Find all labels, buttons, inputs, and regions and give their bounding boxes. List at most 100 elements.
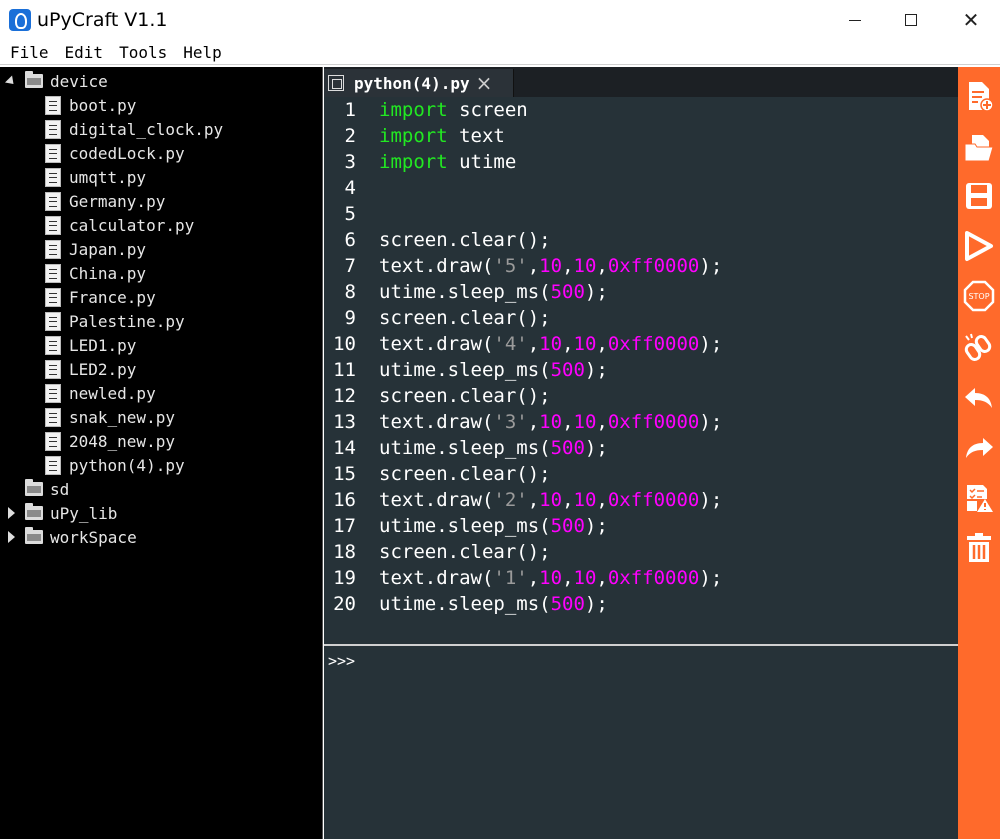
open-file-button[interactable]: [960, 129, 998, 167]
tree-file-label: LED1.py: [69, 335, 137, 355]
syntax-check-button[interactable]: [960, 479, 998, 517]
maximize-button[interactable]: [884, 0, 938, 40]
tree-file-item[interactable]: digital_clock.py: [0, 117, 223, 141]
menu-help[interactable]: Help: [183, 43, 222, 62]
tree-file-item[interactable]: Palestine.py: [0, 309, 185, 333]
tree-file-item[interactable]: France.py: [0, 285, 156, 309]
tree-file-item[interactable]: snak_new.py: [0, 405, 175, 429]
tree-folder-upy-lib[interactable]: uPy_lib: [0, 501, 117, 525]
code-text: screen.clear();: [379, 385, 551, 407]
file-icon: [45, 455, 61, 475]
tree-file-item[interactable]: umqtt.py: [0, 165, 146, 189]
code-line[interactable]: 16 text.draw('2',10,10,0xff0000);: [324, 487, 958, 513]
tree-file-label: digital_clock.py: [69, 119, 224, 139]
console-panel[interactable]: >>>: [324, 646, 958, 839]
line-number: 19: [333, 567, 356, 589]
code-line[interactable]: 20 utime.sleep_ms(500);: [324, 591, 958, 617]
file-icon: [45, 287, 61, 307]
file-icon: [45, 239, 61, 259]
file-icon: [45, 431, 61, 451]
line-number: 15: [333, 463, 356, 485]
file-icon: [328, 75, 344, 91]
code-line[interactable]: 2 import text: [324, 123, 958, 149]
tree-file-item[interactable]: Germany.py: [0, 189, 165, 213]
collapsed-arrow-icon[interactable]: [8, 531, 15, 543]
code-line[interactable]: 15 screen.clear();: [324, 461, 958, 487]
close-button[interactable]: ✕: [944, 0, 998, 40]
tree-file-item[interactable]: calculator.py: [0, 213, 194, 237]
new-file-button[interactable]: [960, 77, 998, 115]
tree-file-item[interactable]: python(4).py: [0, 453, 185, 477]
tree-file-item[interactable]: LED1.py: [0, 333, 136, 357]
code-line[interactable]: 17 utime.sleep_ms(500);: [324, 513, 958, 539]
run-button[interactable]: [960, 227, 998, 265]
code-line[interactable]: 3 import utime: [324, 149, 958, 175]
tree-folder-label: workSpace: [50, 527, 137, 547]
minimize-button[interactable]: [828, 0, 882, 40]
tree-file-item[interactable]: 2048_new.py: [0, 429, 175, 453]
file-icon: [45, 119, 61, 139]
editor-panel: python(4).py × 1 import screen 2 import tex…: [324, 67, 958, 839]
code-line[interactable]: 7 text.draw('5',10,10,0xff0000);: [324, 253, 958, 279]
code-line[interactable]: 9 screen.clear();: [324, 305, 958, 331]
code-line[interactable]: 13 text.draw('3',10,10,0xff0000);: [324, 409, 958, 435]
code-line[interactable]: 6 screen.clear();: [324, 227, 958, 253]
tab-close-icon[interactable]: ×: [476, 73, 493, 93]
syntax-check-icon: [967, 485, 993, 512]
open-folder-icon: [964, 135, 994, 162]
code-line[interactable]: 10 text.draw('4',10,10,0xff0000);: [324, 331, 958, 357]
file-icon: [45, 311, 61, 331]
folder-icon: [25, 527, 43, 544]
stop-button[interactable]: STOP: [960, 277, 998, 315]
code-line[interactable]: 19 text.draw('1',10,10,0xff0000);: [324, 565, 958, 591]
minimize-icon: [849, 19, 861, 21]
connect-button[interactable]: [960, 329, 998, 367]
tree-folder-workspace[interactable]: workSpace: [0, 525, 137, 549]
menu-tools[interactable]: Tools: [119, 43, 167, 62]
clear-icon: [967, 533, 991, 562]
tree-folder-device[interactable]: device: [0, 69, 108, 93]
code-line[interactable]: 8 utime.sleep_ms(500);: [324, 279, 958, 305]
tab-label: python(4).py: [354, 73, 470, 93]
code-line[interactable]: 11 utime.sleep_ms(500);: [324, 357, 958, 383]
close-icon: ✕: [962, 8, 980, 32]
tree-file-item[interactable]: codedLock.py: [0, 141, 185, 165]
code-line[interactable]: 18 screen.clear();: [324, 539, 958, 565]
tree-file-label: codedLock.py: [69, 143, 185, 163]
clear-button[interactable]: [960, 529, 998, 567]
collapsed-arrow-icon[interactable]: [8, 507, 15, 519]
save-button[interactable]: [960, 177, 998, 215]
expanded-arrow-icon[interactable]: [4, 75, 18, 88]
code-line[interactable]: 12 screen.clear();: [324, 383, 958, 409]
tree-file-label: umqtt.py: [69, 167, 147, 187]
menu-file[interactable]: File: [10, 43, 49, 62]
line-number: 4: [344, 177, 356, 199]
code-line[interactable]: 5: [324, 201, 958, 227]
tab-python4[interactable]: python(4).py ×: [324, 69, 514, 97]
code-editor[interactable]: 1 import screen 2 import text 3 import utime 4…: [324, 97, 958, 644]
tree-file-item[interactable]: Japan.py: [0, 237, 146, 261]
file-icon: [45, 143, 61, 163]
menu-bar: File Edit Tools Help: [0, 40, 1000, 65]
undo-icon: [965, 388, 992, 408]
code-text: screen.clear();: [379, 463, 551, 485]
tree-file-item[interactable]: boot.py: [0, 93, 136, 117]
tree-file-item[interactable]: LED2.py: [0, 357, 136, 381]
redo-button[interactable]: [960, 429, 998, 467]
tree-folder-label: sd: [50, 479, 70, 499]
tree-file-label: France.py: [69, 287, 156, 307]
tree-file-item[interactable]: China.py: [0, 261, 146, 285]
code-line[interactable]: 14 utime.sleep_ms(500);: [324, 435, 958, 461]
code-text: import utime: [379, 151, 517, 173]
undo-button[interactable]: [960, 379, 998, 417]
tab-bar: python(4).py ×: [324, 67, 958, 97]
code-text: utime.sleep_ms(500);: [379, 359, 608, 381]
code-line[interactable]: 1 import screen: [324, 97, 958, 123]
menu-edit[interactable]: Edit: [65, 43, 104, 62]
tree-file-item[interactable]: newled.py: [0, 381, 156, 405]
code-text: text.draw('1',10,10,0xff0000);: [379, 567, 723, 589]
tree-folder-sd[interactable]: sd: [0, 477, 69, 501]
file-icon: [45, 335, 61, 355]
tree-folder-label: device: [50, 71, 108, 91]
code-line[interactable]: 4: [324, 175, 958, 201]
